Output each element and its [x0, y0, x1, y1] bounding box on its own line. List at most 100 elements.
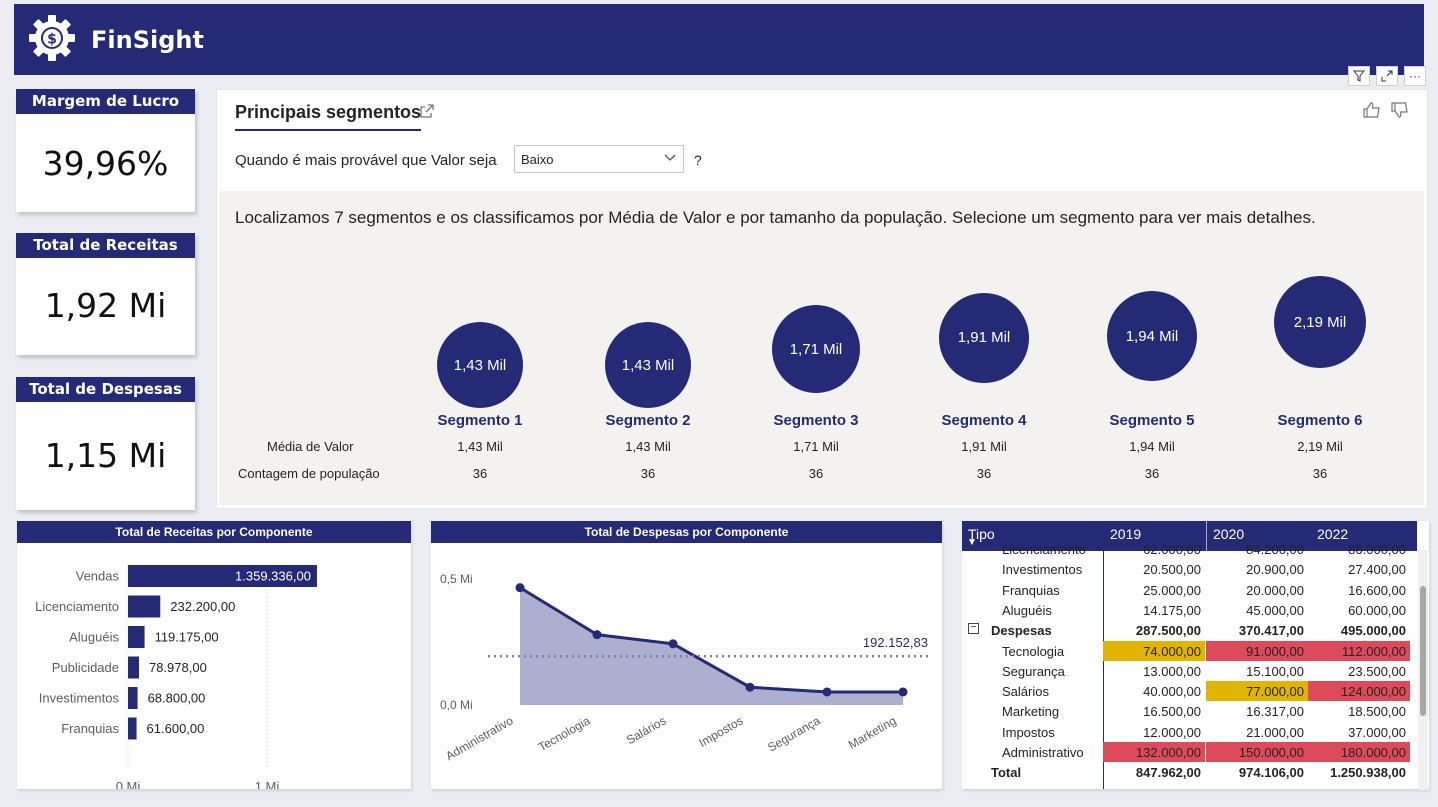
bar-category-label: Investimentos [39, 691, 120, 706]
matrix-cell: 132.000,00 [1103, 742, 1205, 762]
matrix-header-2020[interactable]: 2020 [1213, 526, 1244, 542]
segment-name[interactable]: Segmento 1 [405, 412, 555, 429]
svg-text:$: $ [47, 32, 57, 48]
matrix-cell: 77.000,00 [1206, 681, 1308, 702]
app-title: FinSight [91, 26, 204, 54]
data-point[interactable] [668, 639, 678, 649]
matrix-row-label: Aluguéis [1002, 602, 1052, 618]
bar[interactable] [128, 595, 161, 618]
table-row[interactable]: Marketing 16.500,00 16.317,00 18.500,00 [962, 701, 1417, 721]
x-tick-label: Salários [624, 713, 669, 747]
matrix-cell: 45.000,00 [1246, 602, 1304, 618]
bar-data-label: 1.359.336,00 [235, 569, 311, 584]
revenue-bar-plot: Vendas 1.359.336,00 Licenciamento 232.200,0… [35, 565, 317, 789]
tab-principais-segmentos[interactable]: Principais segmentos [235, 102, 422, 131]
kpi-title: Margem de Lucro [16, 89, 195, 114]
bar[interactable] [128, 687, 138, 709]
table-row[interactable]: Administrativo 132.000,00 150.000,00 180.00… [962, 742, 1417, 762]
matrix-cell: 20.000,00 [1246, 582, 1304, 598]
table-row[interactable]: Segurança 13.000,00 15.100,00 23.500,00 [962, 661, 1417, 681]
dropdown-selected-value: Baixo [521, 152, 554, 167]
segment-count-value: 36 [1312, 466, 1328, 481]
matrix-row-label: Marketing [1002, 704, 1060, 720]
revenue-bar-chart: Total de Receitas por Componente Vendas 1… [17, 521, 411, 789]
matrix-cell: 20.500,00 [1143, 562, 1201, 578]
collapse-icon[interactable]: − [968, 623, 979, 635]
feedback-icons [1363, 102, 1409, 123]
y-tick-label: 0,5 Mi [440, 572, 473, 586]
value-dropdown[interactable]: Baixo [514, 145, 684, 173]
kpi-value: 39,96% [42, 144, 169, 183]
matrix-header-2022[interactable]: 2022 [1317, 526, 1348, 542]
segment-name[interactable]: Segmento 2 [573, 412, 723, 429]
gear-dollar-logo-icon: $ [29, 15, 75, 61]
app-header: $ FinSight [14, 4, 1424, 75]
segment-bubble[interactable]: 2,19 Mil [1274, 276, 1366, 368]
segment-name[interactable]: Segmento 3 [741, 412, 891, 429]
data-point[interactable] [822, 687, 832, 697]
matrix-row-label: Segurança [1002, 663, 1065, 679]
segment-bubble[interactable]: 1,43 Mil [437, 322, 523, 408]
table-row[interactable]: Tecnologia 74.000,00 91.000,00 112.000,00 [962, 640, 1417, 661]
matrix-cell: 15.100,00 [1246, 663, 1304, 679]
matrix-scrollbar[interactable] [1418, 550, 1428, 790]
data-point[interactable] [592, 630, 602, 640]
kpi-title: Total de Receitas [16, 233, 195, 258]
filter-icon[interactable] [1348, 66, 1370, 86]
matrix-cell: 16.500,00 [1143, 704, 1201, 720]
bar[interactable] [128, 656, 139, 679]
matrix-row-label: Tecnologia [1002, 643, 1065, 659]
table-row[interactable]: Salários 40.000,00 77.000,00 124.000,00 [962, 681, 1417, 702]
x-tick-label: Segurança [765, 713, 823, 754]
scrollbar-thumb[interactable] [1420, 586, 1426, 716]
open-external-icon[interactable] [419, 103, 435, 124]
segment-media-value: 1,94 Mil [1129, 439, 1175, 454]
matrix-header-2019[interactable]: 2019 [1110, 526, 1141, 542]
matrix-row-label: Administrativo [1002, 745, 1084, 760]
focus-mode-icon[interactable] [1376, 66, 1398, 86]
segment-count-value: 36 [976, 466, 992, 481]
segment-bubble[interactable]: 1,94 Mil [1106, 291, 1197, 382]
data-point[interactable] [745, 682, 755, 692]
matrix-cell: 25.000,00 [1143, 582, 1201, 598]
segment-name[interactable]: Segmento 5 [1077, 412, 1227, 429]
more-options-icon[interactable]: ··· [1404, 66, 1426, 86]
matrix-cell: 23.500,00 [1348, 663, 1406, 679]
bar-category-label: Publicidade [52, 660, 119, 675]
x-tick-label: 0 Mi [116, 779, 141, 789]
matrix-row-label: Despesas [991, 623, 1052, 639]
matrix-cell: 150.000,00 [1206, 742, 1308, 762]
bar[interactable] [128, 717, 137, 740]
matrix-row-label: Investimentos [1002, 562, 1083, 578]
table-row[interactable]: − Despesas 287.500,00 370.417,00 495.000,00 [962, 620, 1417, 640]
expense-matrix: Tipo ▼ 2019 2020 2022 Licenciamento 62.00… [962, 521, 1429, 789]
table-row[interactable]: Aluguéis 14.175,00 45.000,00 60.000,00 [962, 600, 1417, 620]
segment-bubble[interactable]: 1,71 Mil [771, 305, 861, 394]
matrix-row-label: Franquias [1002, 582, 1060, 598]
segment-media-value: 2,19 Mil [1297, 439, 1343, 454]
bar[interactable] [128, 626, 145, 648]
chart-title: Total de Despesas por Componente [431, 521, 942, 543]
matrix-body: Licenciamento 62.000,00 84.200,00 86.000,00… [962, 543, 1417, 789]
kpi-value: 1,92 Mi [44, 286, 167, 325]
segment-bubble[interactable]: 1,91 Mil [939, 292, 1029, 383]
data-point[interactable] [515, 583, 525, 593]
table-row[interactable]: Franquias 25.000,00 20.000,00 16.600,00 [962, 580, 1417, 600]
thumbs-down-icon[interactable] [1391, 102, 1409, 123]
matrix-cell: 16.600,00 [1348, 582, 1406, 598]
segment-media-value: 1,71 Mil [793, 439, 839, 454]
data-point[interactable] [898, 687, 908, 697]
segment-name[interactable]: Segmento 6 [1245, 412, 1395, 429]
matrix-cell: 974.106,00 [1238, 765, 1304, 781]
table-row[interactable]: Investimentos 20.500,00 20.900,00 27.400,00 [962, 559, 1417, 579]
thumbs-up-icon[interactable] [1363, 102, 1381, 123]
matrix-cell: 370.417,00 [1238, 623, 1304, 639]
matrix-cell: 20.900,00 [1246, 562, 1304, 578]
segment-name[interactable]: Segmento 4 [909, 412, 1059, 429]
matrix-row-label: Salários [1002, 684, 1049, 700]
matrix-cell: 124.000,00 [1308, 681, 1410, 702]
matrix-total-row[interactable]: Total 847.962,00 974.106,00 1.250.938,00 [962, 762, 1417, 782]
table-row[interactable]: Impostos 12.000,00 21.000,00 37.000,00 [962, 722, 1417, 742]
segment-bubble[interactable]: 1,43 Mil [605, 322, 691, 408]
table-row[interactable]: Licenciamento 62.000,00 84.200,00 86.000,00 [962, 543, 1417, 559]
